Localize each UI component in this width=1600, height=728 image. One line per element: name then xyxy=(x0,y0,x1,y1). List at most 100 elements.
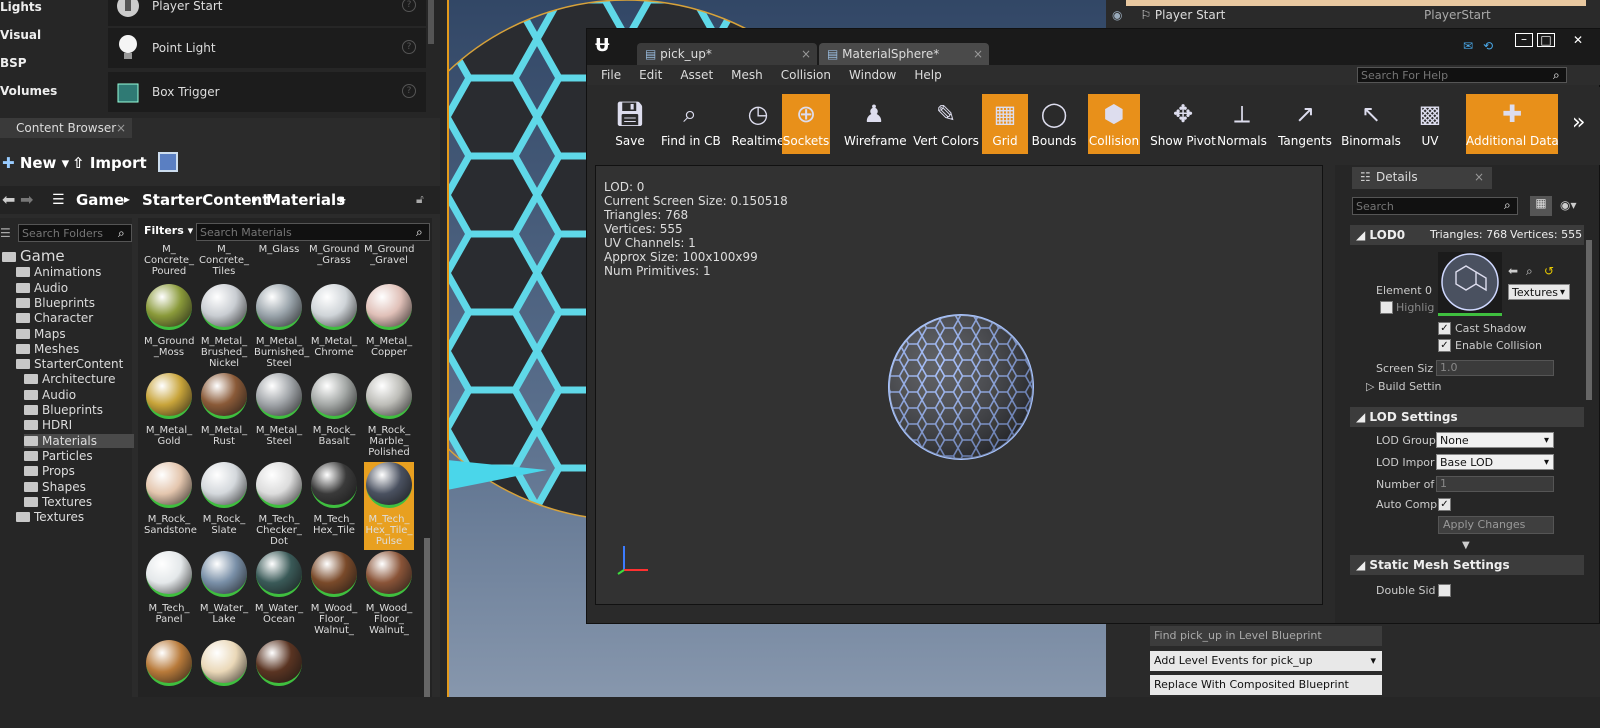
folder-item[interactable]: Game xyxy=(2,247,65,265)
asset-tile[interactable]: M_Rock_ Slate xyxy=(199,462,249,550)
chevron-down-icon[interactable]: ▼ xyxy=(1462,540,1470,551)
asset-tile[interactable]: M_Wood_ Floor_ Walnut_ xyxy=(309,551,359,639)
lod-import-dropdown[interactable]: Base LOD xyxy=(1436,454,1554,471)
enable-collision-checkbox[interactable]: ✓ xyxy=(1438,339,1451,352)
eye-icon[interactable]: ◉▾ xyxy=(1560,198,1577,212)
import-button[interactable]: ⇧ Import xyxy=(72,154,147,172)
screen-size-field[interactable]: 1.0 xyxy=(1436,360,1554,376)
feedback-icon[interactable]: ✉ xyxy=(1463,39,1473,53)
additional-data-button[interactable]: ✚ Additional Data xyxy=(1466,94,1559,154)
section-static-mesh-settings[interactable]: ◢ Static Mesh Settings xyxy=(1350,555,1584,575)
asset-tile[interactable]: M_Rock_ Sandstone xyxy=(144,462,197,550)
asset-label[interactable]: M_ Concrete_ Poured xyxy=(144,244,194,277)
outliner-selected-row[interactable]: pick_up xyxy=(1126,0,1586,6)
find-in-cb-button[interactable]: ⌕ Find in CB xyxy=(661,94,721,154)
breadcrumb-materials[interactable]: Materials xyxy=(266,191,345,209)
folder-item[interactable]: Audio xyxy=(16,281,68,295)
asset-tile[interactable]: M_Metal_ Chrome xyxy=(309,284,359,372)
folder-item[interactable]: Audio xyxy=(24,388,76,402)
tab-content-browser[interactable]: Content Browser × xyxy=(0,118,132,138)
folder-item[interactable]: HDRI xyxy=(24,418,72,432)
scrollbar[interactable] xyxy=(428,0,434,44)
search-folders-input[interactable] xyxy=(18,224,132,242)
chevron-right-icon[interactable]: ▸ xyxy=(340,192,346,206)
folder-item[interactable]: Animations xyxy=(16,265,101,279)
find-in-level-blueprint-button[interactable]: Find pick_up in Level Blueprint xyxy=(1150,626,1382,646)
tab-material-sphere[interactable]: ▤ MaterialSphere* × xyxy=(819,43,989,65)
close-icon[interactable]: × xyxy=(973,43,983,65)
folder-item[interactable]: StarterContent xyxy=(16,357,123,371)
list-icon[interactable]: ☰ xyxy=(52,192,65,208)
asset-label[interactable]: M_Ground _Grass xyxy=(309,244,359,266)
replace-with-composited-blueprint-button[interactable]: Replace With Composited Blueprint xyxy=(1150,675,1382,695)
add-level-events-dropdown[interactable]: Add Level Events for pick_up ▾ xyxy=(1150,651,1382,671)
menu-mesh[interactable]: Mesh xyxy=(731,68,763,82)
asset-tile[interactable]: M_Water_ Lake xyxy=(199,551,249,639)
asset-tile[interactable]: M_Metal_ Gold xyxy=(144,373,194,461)
menu-file[interactable]: File xyxy=(601,68,621,82)
build-settings-row[interactable]: ▷ Build Settin xyxy=(1366,380,1441,393)
forward-arrow-icon[interactable]: ➡ xyxy=(20,190,33,209)
folder-item[interactable]: Materials xyxy=(24,433,134,448)
save-button[interactable]: 💾︎ Save xyxy=(610,94,650,154)
search-assets-input[interactable] xyxy=(196,223,430,241)
sockets-button[interactable]: ⊕ Sockets xyxy=(782,94,830,154)
new-button[interactable]: ✚ New ▾ xyxy=(2,154,69,172)
bounds-button[interactable]: ◯ Bounds xyxy=(1030,94,1078,154)
folder-item[interactable]: Props xyxy=(24,464,75,478)
outliner-row[interactable]: ◉ ⚐ Player Start PlayerStart xyxy=(1112,8,1586,26)
eye-icon[interactable]: ◉ xyxy=(1112,8,1122,22)
close-button[interactable]: ✕ xyxy=(1563,33,1593,47)
folder-item[interactable]: Character xyxy=(16,311,93,325)
show-pivot-button[interactable]: ✥ Show Pivot xyxy=(1150,94,1216,154)
save-all-icon[interactable] xyxy=(158,152,178,172)
details-search-input[interactable] xyxy=(1352,197,1518,215)
help-icon[interactable]: ? xyxy=(402,0,416,12)
asset-tile[interactable] xyxy=(144,640,194,728)
asset-tile[interactable]: M_Metal_ Brushed_ Nickel xyxy=(199,284,249,372)
double-sided-checkbox[interactable] xyxy=(1438,584,1451,597)
lock-icon[interactable]: 🔓︎ xyxy=(416,192,424,207)
asset-tile[interactable]: M_Metal_ Burnished_ Steel xyxy=(254,284,309,372)
folder-item[interactable]: Textures xyxy=(24,495,92,509)
number-of-lods-field[interactable]: 1 xyxy=(1436,476,1554,492)
tree-toggle-icon[interactable]: ☰ xyxy=(0,226,11,240)
close-icon[interactable]: × xyxy=(801,43,811,65)
chevron-right-icon[interactable]: ▸ xyxy=(252,192,258,206)
category-volumes[interactable]: Volumes xyxy=(0,84,57,98)
category-bsp[interactable]: BSP xyxy=(0,56,27,70)
textures-dropdown[interactable]: Textures xyxy=(1508,284,1570,301)
folder-item[interactable]: Particles xyxy=(24,449,93,463)
chevron-right-icon[interactable]: ▸ xyxy=(124,192,130,206)
material-thumbnail[interactable] xyxy=(1438,252,1502,316)
place-item-box-trigger[interactable]: Box Trigger ? xyxy=(108,72,426,112)
sync-icon[interactable]: ⟲ xyxy=(1483,39,1493,53)
folder-item[interactable]: Architecture xyxy=(24,372,115,386)
mesh-viewport[interactable]: LOD: 0 Current Screen Size: 0.150518 Trian… xyxy=(595,165,1323,605)
wireframe-button[interactable]: ♟ Wireframe xyxy=(844,94,907,154)
asset-tile[interactable]: M_Ground _Moss xyxy=(144,284,194,372)
lod-group-dropdown[interactable]: None xyxy=(1436,432,1554,449)
folder-item[interactable]: Blueprints xyxy=(16,296,95,310)
asset-tile[interactable]: M_Rock_ Basalt xyxy=(309,373,359,461)
folder-item[interactable]: Textures xyxy=(16,510,84,524)
asset-tile[interactable]: M_Tech_ Hex_Tile xyxy=(309,462,359,550)
reset-icon[interactable]: ↺ xyxy=(1544,264,1554,278)
asset-label[interactable]: M_Ground _Gravel xyxy=(364,244,414,266)
collision-button[interactable]: ⬢ Collision xyxy=(1088,94,1140,154)
breadcrumb-game[interactable]: Game xyxy=(76,191,124,209)
arrow-left-icon[interactable]: ⬅ xyxy=(1508,264,1518,278)
menu-help[interactable]: Help xyxy=(914,68,941,82)
back-arrow-icon[interactable]: ⬅ xyxy=(2,190,15,209)
asset-label[interactable]: M_ Concrete_ Tiles xyxy=(199,244,249,277)
uv-button[interactable]: ▩ UV xyxy=(1410,94,1450,154)
asset-tile[interactable]: M_Tech_ Checker_ Dot xyxy=(254,462,304,550)
asset-tile[interactable]: M_Tech_ Panel xyxy=(144,551,194,639)
realtime-button[interactable]: ◷ Realtime xyxy=(730,94,786,154)
folder-item[interactable]: Meshes xyxy=(16,342,79,356)
toolbar-overflow-icon[interactable]: » xyxy=(1572,110,1585,135)
scrollbar[interactable] xyxy=(424,538,430,697)
menu-window[interactable]: Window xyxy=(849,68,896,82)
normals-button[interactable]: ⟂ Normals xyxy=(1217,94,1267,154)
section-lod0[interactable]: ◢ LOD0 Triangles: 768 Vertices: 555 xyxy=(1350,225,1584,245)
